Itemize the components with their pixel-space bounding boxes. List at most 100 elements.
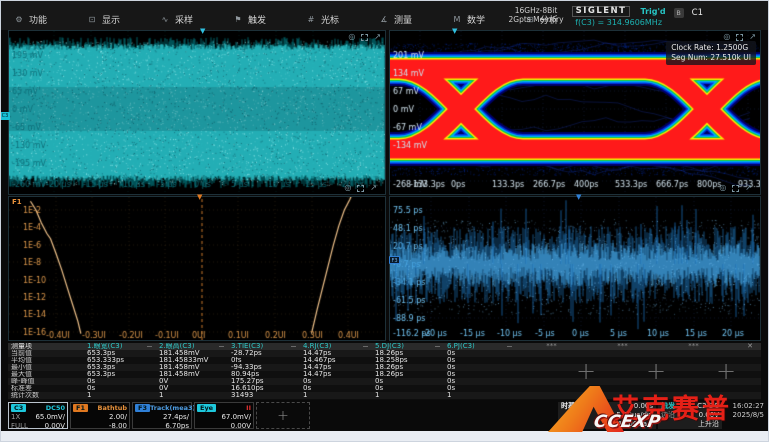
measurement-value: 0s: [444, 371, 516, 378]
time: 16:02:27: [724, 402, 764, 411]
measurement-value: 181.458mV: [156, 364, 228, 371]
eye-trigger-marker[interactable]: ▼: [452, 28, 457, 34]
add-channel-button[interactable]: +: [256, 402, 310, 429]
menu-right-cluster: 16GHz-8Bit 2Gpts Memory SIGLENT Trig'd f…: [509, 6, 704, 27]
measurement-column-header-4[interactable]: 4.RJ(C3): [300, 343, 372, 350]
trigger-box[interactable]: 触发C3 DC边沿0.00V上升沿: [658, 402, 722, 429]
empty-cell: [587, 392, 658, 399]
waveform-panel-toolbar-bottom: ◎ ↗: [344, 184, 377, 192]
measurement-column-header-1[interactable]: 1.眼宽(C3): [84, 343, 156, 350]
bathtub-center-marker[interactable]: ▼: [197, 194, 202, 200]
add-measurement-button[interactable]: +: [646, 357, 666, 385]
table-header-label: 测量项: [8, 343, 84, 350]
channel-c1-label[interactable]: C1: [692, 8, 703, 18]
menu-item-label: 数学: [467, 13, 485, 26]
empty-cell: [587, 350, 658, 357]
trigger-source: C3 DC: [697, 402, 719, 411]
timebase-box[interactable]: 时基0.00s5.00µs/div40.0GSa/s: [558, 402, 656, 429]
trigger-level: 0.00V: [699, 411, 719, 420]
channel-param-value: 2.00/: [109, 413, 127, 421]
channel-box-eye[interactable]: EyeII67.0mV/0.00V: [194, 402, 254, 429]
measurement-column-header-2[interactable]: 2.眼高(C3): [156, 343, 228, 350]
channel-bar: C3DC501X65.0mV/FULL0.00VF1Bathtub2.00/-8…: [0, 402, 769, 430]
menu-item-measure[interactable]: ∡测量: [379, 13, 452, 26]
fullscreen-icon[interactable]: [361, 34, 368, 41]
export-icon[interactable]: ↗: [745, 184, 752, 192]
bathtub-canvas[interactable]: [9, 197, 385, 340]
measurement-value: 181.458mV: [156, 371, 228, 378]
menu-item-label: 测量: [394, 13, 412, 26]
fullscreen-icon[interactable]: [732, 185, 739, 192]
table-close-button[interactable]: ✕: [729, 343, 761, 350]
measurement-value: 0V: [156, 385, 228, 392]
empty-measurement-header[interactable]: ***: [658, 343, 729, 350]
menu-item-cursors[interactable]: # 光标: [306, 13, 379, 26]
channel-badge: C3: [11, 404, 26, 412]
stat-row-label: 峰-峰值: [8, 378, 84, 385]
export-icon[interactable]: ↗: [749, 33, 756, 41]
menu-item-function[interactable]: ⚙功能: [14, 13, 87, 26]
seg-num-readout: Seg Num: 27.510k UI: [671, 53, 751, 63]
measurement-value: 0s: [300, 385, 372, 392]
measurement-value: 18.258ps: [372, 357, 444, 364]
b-badge[interactable]: B: [674, 8, 684, 18]
measurement-value: 0s: [444, 357, 516, 364]
trigger-position-marker[interactable]: ▼: [200, 28, 205, 34]
c3-level-marker[interactable]: C3: [0, 112, 10, 120]
menu-bar: ⚙功能⊡显示∿采样⚑触发#光标∡测量M数学⊞分析 16GHz-8Bit 2Gpt…: [0, 0, 769, 30]
stat-row-label: 最小值: [8, 364, 84, 371]
measurement-value: 18.26ps: [372, 364, 444, 371]
sample-rate: 40.0GSa/s: [617, 420, 653, 429]
menu-item-display[interactable]: ⊡显示: [87, 13, 160, 26]
channel-tag: Bathtub: [98, 404, 127, 412]
measurement-value: 1: [156, 392, 228, 399]
f3-level-marker[interactable]: F3: [389, 256, 400, 264]
cursors-icon: #: [306, 15, 316, 24]
measurement-value: 0s: [372, 385, 444, 392]
camera-icon[interactable]: ◎: [344, 184, 351, 192]
empty-measurement-header[interactable]: ***: [516, 343, 587, 350]
menu-item-label: 光标: [321, 13, 339, 26]
measurement-value: 14.47ps: [300, 371, 372, 378]
trigger-flag-icon: ⚑: [233, 15, 243, 24]
measurement-value: 0s: [444, 364, 516, 371]
camera-icon[interactable]: ◎: [723, 33, 730, 41]
fullscreen-icon[interactable]: [736, 34, 743, 41]
add-measurement-button[interactable]: +: [716, 357, 736, 385]
empty-cell: [658, 392, 729, 399]
trigger-status: Trig'd: [640, 7, 665, 16]
channel-tag: II: [246, 404, 251, 412]
date: 2025/8/5: [724, 411, 764, 420]
menu-item-acquire[interactable]: ∿采样: [160, 13, 233, 26]
measurement-column-header-3[interactable]: 3.TIE(C3): [228, 343, 300, 350]
export-icon[interactable]: ↗: [370, 184, 377, 192]
eye-panel-toolbar-bottom: ◎ ↗: [719, 184, 752, 192]
channel-box-c3[interactable]: C3DC501X65.0mV/FULL0.00V: [8, 402, 68, 429]
menu-item-trigger[interactable]: ⚑触发: [233, 13, 306, 26]
stat-row-label: 最大值: [8, 371, 84, 378]
eye-diagram-panel: ◎ ↗ ◎ ↗ Clock Rate: 1.2500G Seg Num: 27.…: [389, 30, 761, 195]
camera-icon[interactable]: ◎: [348, 33, 355, 41]
channel-box-f1[interactable]: F1Bathtub2.00/-8.00: [70, 402, 130, 429]
measurement-value: 1: [84, 392, 156, 399]
export-icon[interactable]: ↗: [374, 33, 381, 41]
f1-trace-label: F1: [12, 198, 22, 206]
clock-rate-readout: Clock Rate: 1.2500G: [671, 43, 751, 53]
brand-trig-cluster: SIGLENT Trig'd f(C3) = 314.9606MHz: [572, 6, 666, 27]
measurement-column-header-5[interactable]: 5.DJ(C3): [372, 343, 444, 350]
waveform-canvas[interactable]: [9, 31, 385, 194]
empty-measurement-header[interactable]: ***: [587, 343, 658, 350]
add-measurement-button[interactable]: +: [576, 357, 596, 385]
camera-icon[interactable]: ◎: [719, 184, 726, 192]
menu-item-label: 功能: [29, 13, 47, 26]
track-trigger-marker[interactable]: ▼: [576, 194, 581, 200]
tie-track-canvas[interactable]: [390, 197, 760, 340]
empty-cell: [516, 385, 587, 392]
measurement-value: 653.3ps: [84, 371, 156, 378]
clock: 16:02:272025/8/5: [724, 402, 764, 429]
measurement-column-header-6[interactable]: 6.PJ(C3): [444, 343, 516, 350]
fullscreen-icon[interactable]: [357, 185, 364, 192]
measurement-value: 181.458mV: [156, 350, 228, 357]
measurement-value: 0s: [444, 350, 516, 357]
channel-box-f3[interactable]: F3Track(mea3)27.4ps/6.70ps: [132, 402, 192, 429]
